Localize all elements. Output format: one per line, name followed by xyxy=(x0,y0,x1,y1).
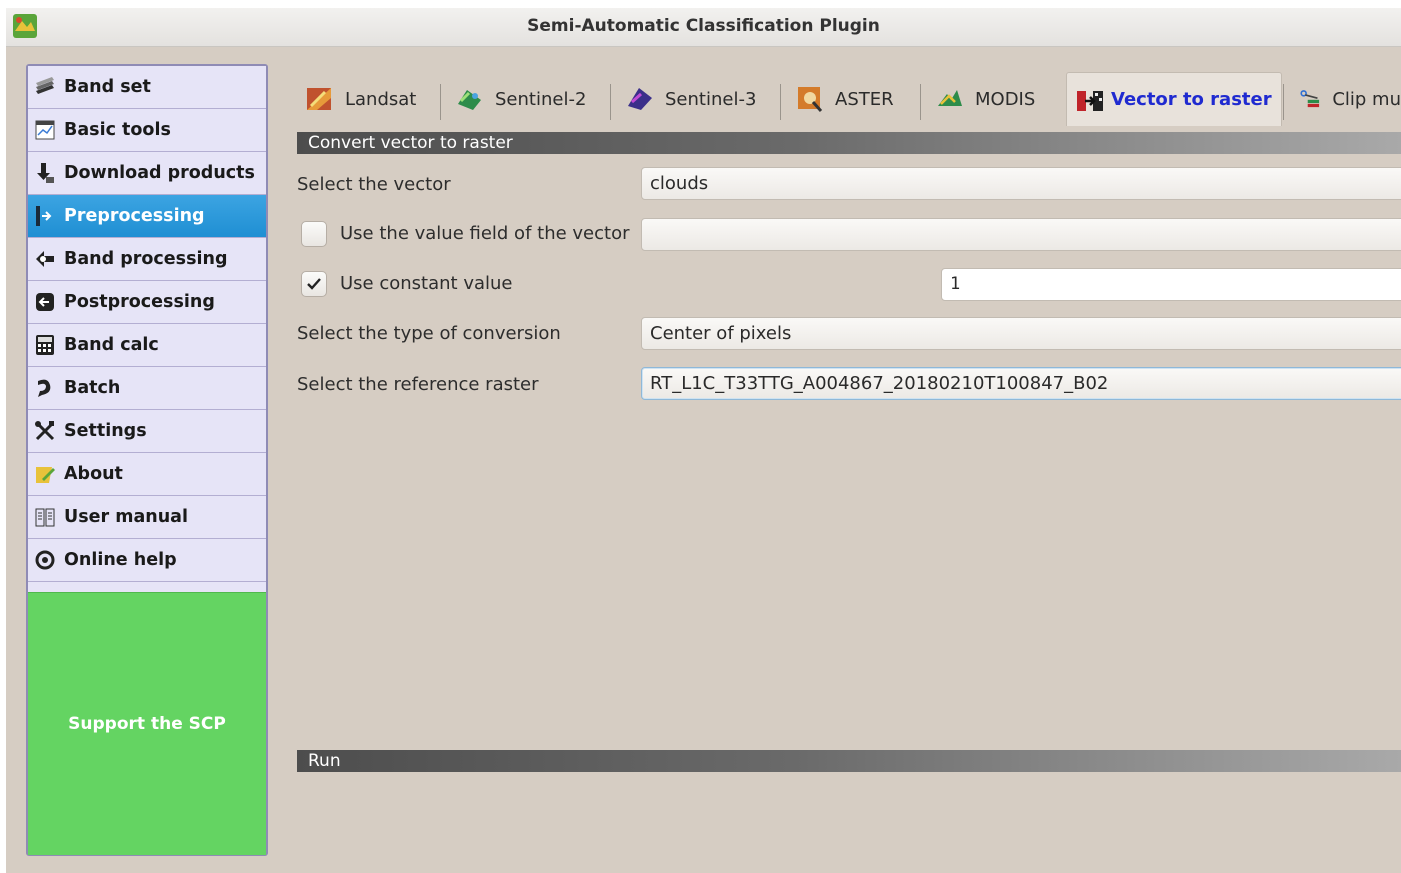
tab-modis[interactable]: MODIS xyxy=(927,72,1057,126)
sidebar-item-user-manual[interactable]: User manual xyxy=(28,496,266,539)
sidebar-item-label: User manual xyxy=(64,507,188,527)
sidebar-item-label: Band calc xyxy=(64,335,159,355)
basic-tools-icon xyxy=(34,119,56,141)
sidebar-item-label: Basic tools xyxy=(64,120,171,140)
title-bar: Semi-Automatic Classification Plugin xyxy=(6,8,1401,47)
reference-raster-label: Select the reference raster xyxy=(297,374,539,395)
tab-bar: Landsat Sentinel-2 Sentinel-3 ASTER MODI… xyxy=(297,72,1401,126)
sidebar-item-batch[interactable]: Batch xyxy=(28,367,266,410)
tab-aster[interactable]: ASTER xyxy=(787,72,917,126)
use-constant-value-label: Use constant value xyxy=(340,273,513,294)
sidebar-item-label: About xyxy=(64,464,123,484)
use-constant-value-checkbox[interactable] xyxy=(301,271,327,297)
tab-sentinel-2[interactable]: Sentinel-2 xyxy=(447,72,607,126)
landsat-icon xyxy=(307,88,331,110)
batch-icon xyxy=(34,377,56,399)
calculator-icon xyxy=(34,334,56,356)
constant-value-input[interactable]: 1 xyxy=(941,268,1401,301)
tab-label: Sentinel-3 xyxy=(665,88,757,110)
reference-raster-combobox[interactable]: RT_L1C_T33TTG_A004867_20180210T100847_B0… xyxy=(641,367,1401,400)
tab-landsat[interactable]: Landsat xyxy=(297,72,437,126)
download-icon xyxy=(34,162,56,184)
tab-label: MODIS xyxy=(975,88,1036,110)
sidebar-item-postprocessing[interactable]: Postprocessing xyxy=(28,281,266,324)
sidebar-item-about[interactable]: About xyxy=(28,453,266,496)
sidebar-item-label: Preprocessing xyxy=(64,206,205,226)
sidebar-item-label: Online help xyxy=(64,550,177,570)
sidebar-item-basic-tools[interactable]: Basic tools xyxy=(28,109,266,152)
sidebar-item-online-help[interactable]: Online help xyxy=(28,539,266,582)
tab-label: ASTER xyxy=(835,88,894,110)
clip-icon xyxy=(1300,90,1320,108)
tab-label: Clip mu xyxy=(1332,88,1401,110)
book-icon xyxy=(34,506,56,528)
tab-label: Landsat xyxy=(345,88,417,110)
checkmark-icon xyxy=(307,278,321,290)
tab-label: Sentinel-2 xyxy=(495,88,587,110)
aster-icon xyxy=(798,87,823,112)
conversion-type-label: Select the type of conversion xyxy=(297,323,561,344)
select-vector-label: Select the vector xyxy=(297,174,451,195)
settings-icon xyxy=(34,420,56,442)
sidebar-item-label: Band set xyxy=(64,77,151,97)
modis-icon xyxy=(938,90,962,106)
sidebar-item-label: Batch xyxy=(64,378,121,398)
support-scp-button[interactable]: Support the SCP xyxy=(28,592,266,855)
tab-label: Vector to raster xyxy=(1111,89,1272,110)
sidebar-item-settings[interactable]: Settings xyxy=(28,410,266,453)
sidebar-item-band-processing[interactable]: Band processing xyxy=(28,238,266,281)
sidebar: Band set Basic tools Download products P… xyxy=(26,64,268,856)
sidebar-item-band-calc[interactable]: Band calc xyxy=(28,324,266,367)
support-scp-label: Support the SCP xyxy=(68,714,226,734)
sidebar-item-label: Postprocessing xyxy=(64,292,215,312)
sidebar-item-band-set[interactable]: Band set xyxy=(28,66,266,109)
use-value-field-checkbox[interactable] xyxy=(301,221,327,247)
plugin-window: Semi-Automatic Classification Plugin Ban… xyxy=(6,8,1401,873)
vector-combobox[interactable]: clouds xyxy=(641,167,1401,200)
sentinel-3-icon xyxy=(628,88,652,110)
section-header-run: Run xyxy=(297,750,1401,772)
value-field-combobox[interactable] xyxy=(641,218,1401,251)
sidebar-item-preprocessing[interactable]: Preprocessing xyxy=(28,195,266,238)
window-title: Semi-Automatic Classification Plugin xyxy=(527,16,880,36)
vector-to-raster-icon xyxy=(1077,90,1103,111)
conversion-type-combobox[interactable]: Center of pixels xyxy=(641,317,1401,350)
sidebar-item-label: Band processing xyxy=(64,249,228,269)
band-processing-icon xyxy=(34,248,56,270)
preprocessing-icon xyxy=(34,205,56,227)
tab-vector-to-raster[interactable]: Vector to raster xyxy=(1066,72,1282,126)
postprocessing-icon xyxy=(34,291,56,313)
section-header-convert: Convert vector to raster xyxy=(297,132,1401,154)
tab-clip-multiple-rasters[interactable]: Clip mu xyxy=(1290,72,1401,126)
help-icon xyxy=(34,549,56,571)
use-value-field-label: Use the value field of the vector xyxy=(340,223,630,244)
about-icon xyxy=(34,463,56,485)
band-set-icon xyxy=(34,76,56,98)
sidebar-item-label: Download products xyxy=(64,163,255,183)
tab-sentinel-3[interactable]: Sentinel-3 xyxy=(617,72,777,126)
sidebar-item-label: Settings xyxy=(64,421,147,441)
sentinel-2-icon xyxy=(458,90,481,110)
sidebar-item-download-products[interactable]: Download products xyxy=(28,152,266,195)
